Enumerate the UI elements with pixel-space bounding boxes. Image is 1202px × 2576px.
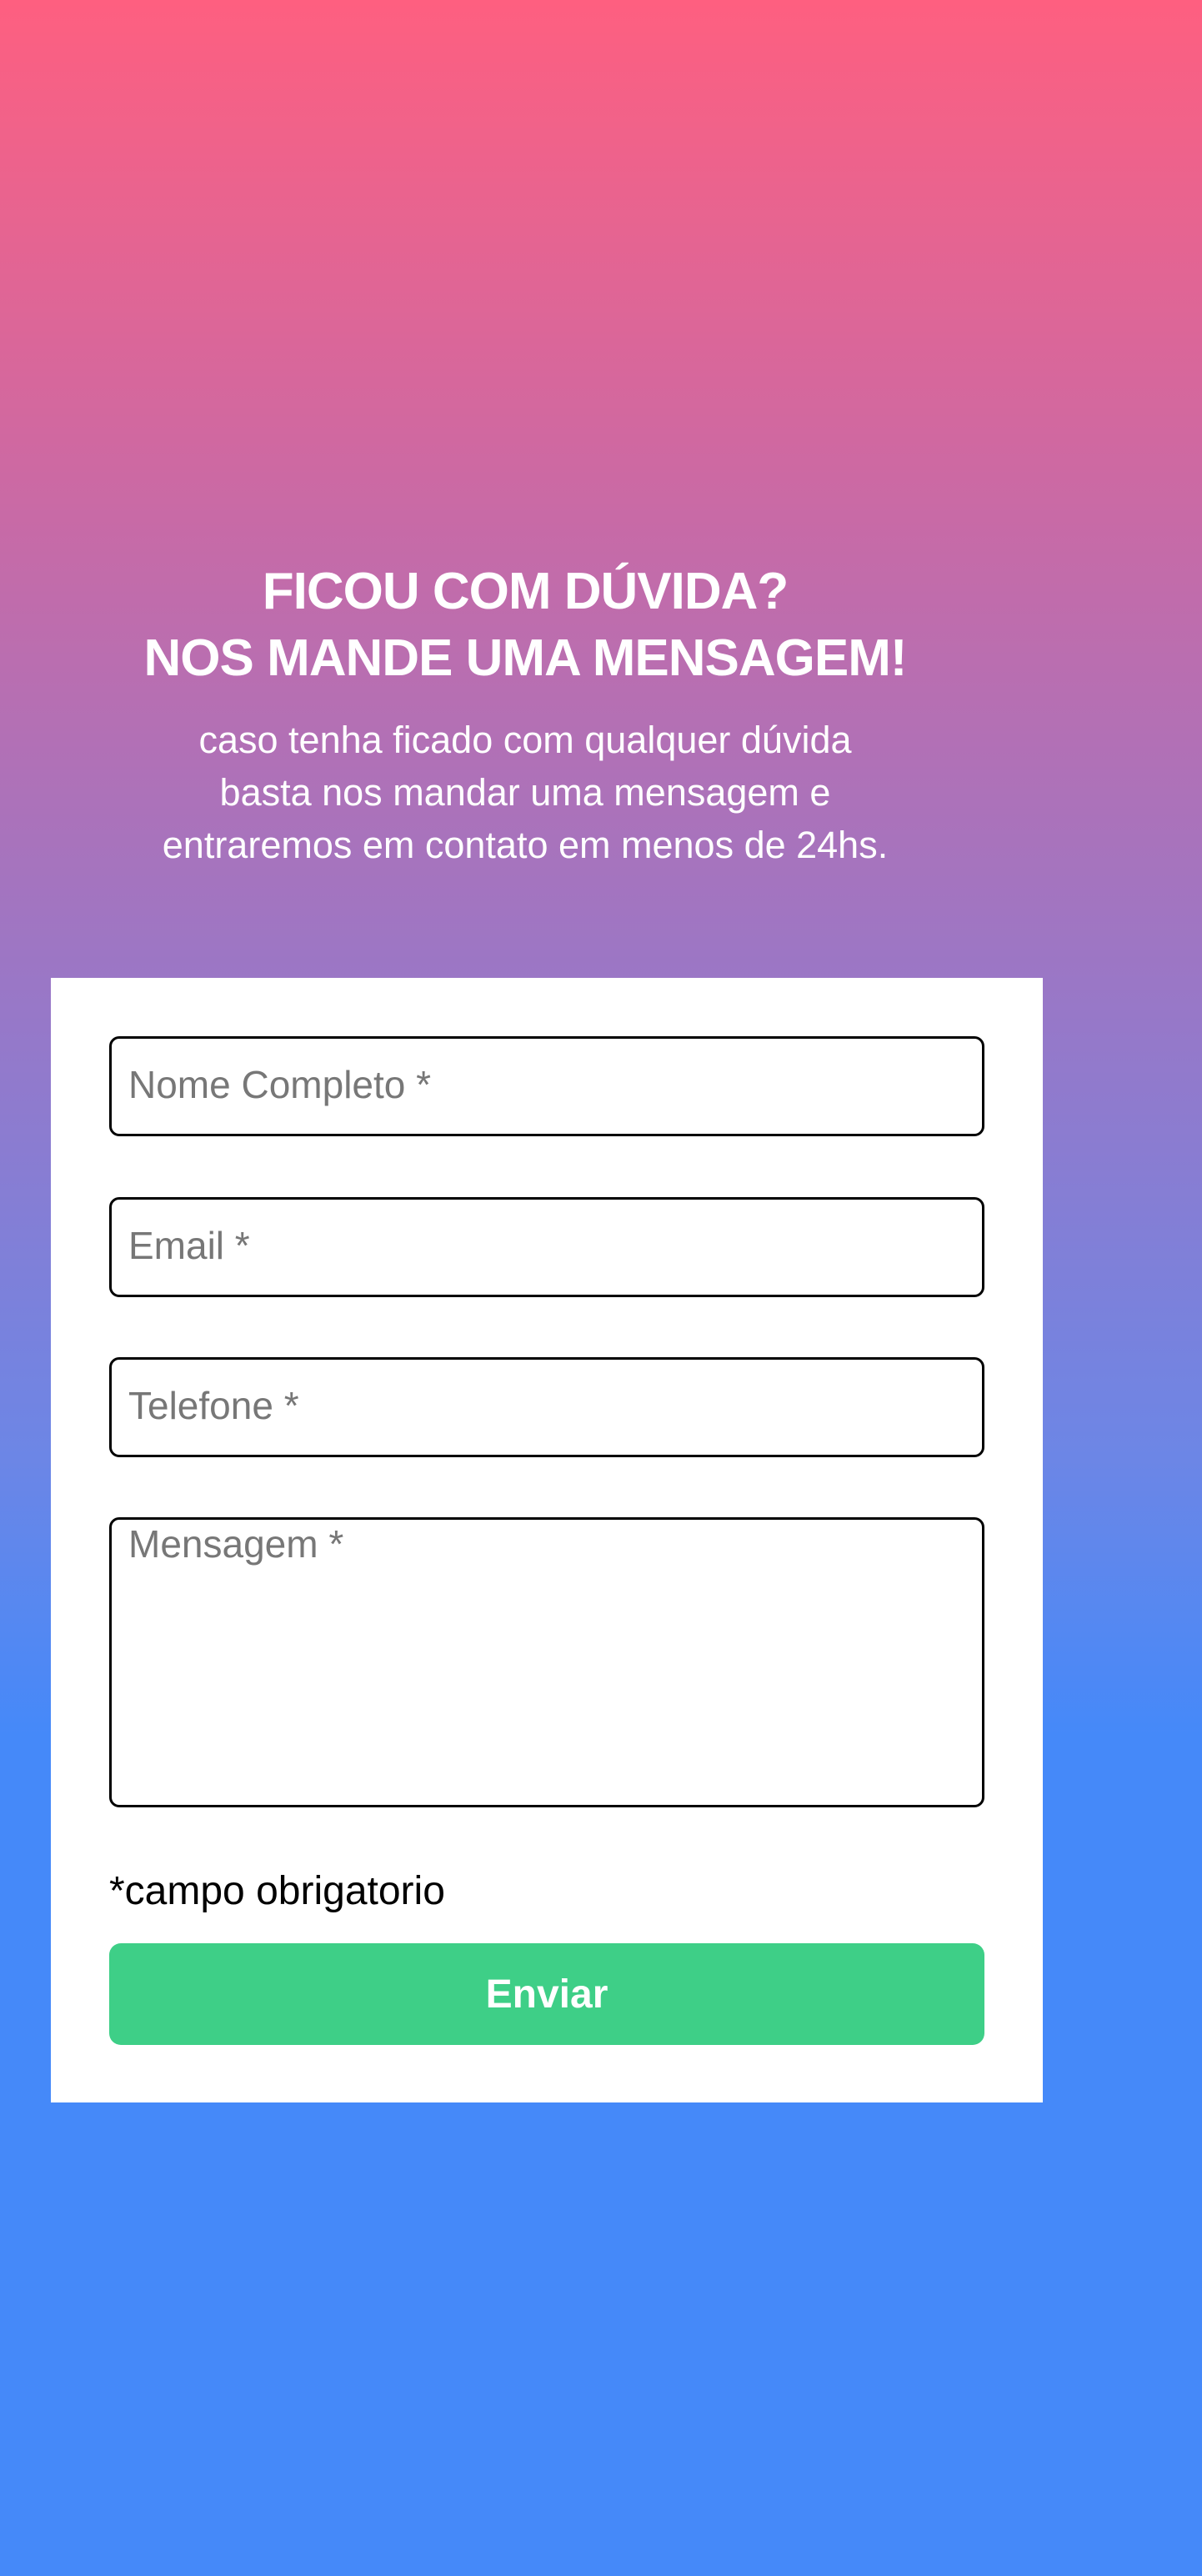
title-line: NOS MANDE UMA MENSAGEM!: [143, 629, 907, 687]
email-placeholder: Email *: [128, 1224, 250, 1267]
submit-button[interactable]: Enviar: [109, 1943, 984, 2045]
name-placeholder: Nome Completo *: [128, 1063, 432, 1106]
submit-label: Enviar: [485, 1972, 609, 2017]
page-subtitle: caso tenha ficado com qualquer dúvida ba…: [0, 714, 1050, 871]
subtitle-line: basta nos mandar uma mensagem e: [219, 771, 831, 814]
title-line: FICOU COM DÚVIDA?: [262, 563, 789, 620]
contact-form: Nome Completo * Email * Telefone * Mensa…: [51, 978, 1043, 2102]
message-textarea[interactable]: Mensagem *: [109, 1517, 984, 1807]
page-title: FICOU COM DÚVIDA? NOS MANDE UMA MENSAGEM…: [0, 559, 1050, 692]
contact-hero: FICOU COM DÚVIDA? NOS MANDE UMA MENSAGEM…: [0, 559, 1050, 871]
email-input[interactable]: Email *: [109, 1197, 984, 1297]
subtitle-line: entraremos em contato em menos de 24hs.: [162, 824, 889, 866]
phone-placeholder: Telefone *: [128, 1384, 299, 1427]
name-input[interactable]: Nome Completo *: [109, 1036, 984, 1136]
message-placeholder: Mensagem *: [128, 1522, 344, 1566]
phone-input[interactable]: Telefone *: [109, 1357, 984, 1457]
required-note: *campo obrigatorio: [109, 1869, 445, 1913]
subtitle-line: caso tenha ficado com qualquer dúvida: [198, 719, 852, 761]
